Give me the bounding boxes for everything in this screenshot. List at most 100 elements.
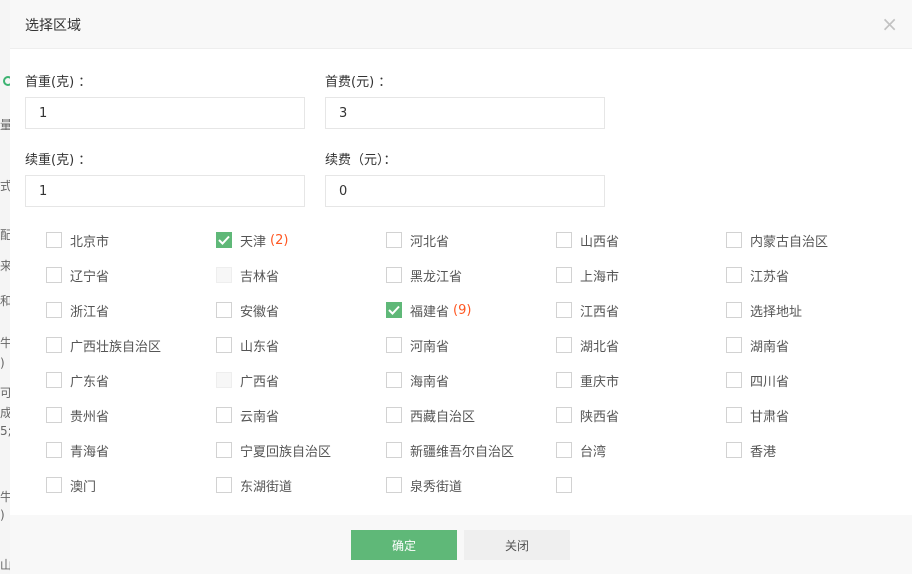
close-icon[interactable]: ×	[881, 14, 898, 34]
extra-weight-input[interactable]	[25, 175, 305, 207]
region-option[interactable]: 天津 (2)	[216, 230, 288, 250]
checkbox-icon[interactable]	[726, 302, 742, 318]
region-option[interactable]: 山东省	[216, 335, 279, 355]
region-option[interactable]: 澳门	[46, 475, 96, 495]
checkbox-icon[interactable]	[386, 267, 402, 283]
region-option[interactable]	[556, 475, 580, 495]
checkbox-icon[interactable]	[216, 442, 232, 458]
region-option[interactable]: 江西省	[556, 300, 619, 320]
checkbox-icon[interactable]	[726, 232, 742, 248]
region-option[interactable]: 福建省 (9)	[386, 300, 471, 320]
region-name: 辽宁省	[70, 269, 110, 285]
region-option[interactable]: 选择地址	[726, 300, 802, 320]
region-option[interactable]: 广西壮族自治区	[46, 335, 161, 355]
checkbox-icon[interactable]	[386, 372, 402, 388]
checkbox-icon[interactable]	[556, 372, 572, 388]
region-option[interactable]: 陕西省	[556, 405, 619, 425]
region-option[interactable]: 甘肃省	[726, 405, 789, 425]
checkbox-icon[interactable]	[216, 407, 232, 423]
checkbox-icon[interactable]	[556, 267, 572, 283]
region-option[interactable]: 辽宁省	[46, 265, 109, 285]
region-option[interactable]: 四川省	[726, 370, 789, 390]
region-option[interactable]: 东湖街道	[216, 475, 292, 495]
region-name: 山东省	[240, 339, 280, 355]
checkbox-icon[interactable]	[386, 477, 402, 493]
checkbox-icon[interactable]	[556, 477, 572, 493]
region-option[interactable]: 浙江省	[46, 300, 109, 320]
dialog-title: 选择区域	[25, 18, 81, 34]
checkbox-icon[interactable]	[386, 337, 402, 353]
region-name: 黑龙江省	[410, 269, 463, 285]
checkbox-icon[interactable]	[386, 407, 402, 423]
dialog-footer: 确定 关闭	[10, 515, 912, 574]
checkbox-icon[interactable]	[556, 407, 572, 423]
confirm-button[interactable]: 确定	[351, 530, 457, 560]
region-option[interactable]: 青海省	[46, 440, 109, 460]
checkbox-icon[interactable]	[46, 477, 62, 493]
checkbox-icon[interactable]	[46, 442, 62, 458]
region-option[interactable]: 山西省	[556, 230, 619, 250]
region-option[interactable]: 河北省	[386, 230, 449, 250]
checkbox-icon[interactable]	[726, 407, 742, 423]
region-name: 宁夏回族自治区	[240, 444, 332, 460]
region-name: 广西省	[240, 374, 280, 390]
region-option: 吉林省	[216, 265, 279, 285]
region-option[interactable]: 黑龙江省	[386, 265, 462, 285]
close-button[interactable]: 关闭	[464, 530, 570, 560]
checkbox-icon[interactable]	[46, 372, 62, 388]
checkbox-icon[interactable]	[46, 337, 62, 353]
region-option[interactable]: 台湾	[556, 440, 606, 460]
region-name: 北京市	[70, 234, 110, 250]
background-text: )	[0, 508, 5, 522]
checkbox-icon	[216, 267, 232, 283]
checkbox-checked-icon[interactable]	[386, 302, 402, 318]
checkbox-icon[interactable]	[556, 302, 572, 318]
checkbox-checked-icon[interactable]	[216, 232, 232, 248]
first-fee-input[interactable]	[325, 97, 605, 129]
region-option[interactable]: 新疆维吾尔自治区	[386, 440, 514, 460]
region-option[interactable]: 广东省	[46, 370, 109, 390]
region-name: 泉秀街道	[410, 479, 463, 495]
selected-count: (2)	[270, 232, 289, 248]
checkbox-icon[interactable]	[556, 337, 572, 353]
region-option[interactable]: 宁夏回族自治区	[216, 440, 331, 460]
checkbox-icon[interactable]	[216, 337, 232, 353]
region-option[interactable]: 北京市	[46, 230, 109, 250]
background-text: )	[0, 356, 5, 370]
region-option[interactable]: 云南省	[216, 405, 279, 425]
region-option[interactable]: 河南省	[386, 335, 449, 355]
first-weight-input[interactable]	[25, 97, 305, 129]
region-option[interactable]: 湖南省	[726, 335, 789, 355]
region-option[interactable]: 香港	[726, 440, 776, 460]
checkbox-icon[interactable]	[46, 232, 62, 248]
checkbox-icon[interactable]	[726, 372, 742, 388]
region-option[interactable]: 西藏自治区	[386, 405, 475, 425]
checkbox-icon[interactable]	[386, 442, 402, 458]
extra-fee-label: 续费（元）：	[325, 153, 397, 168]
checkbox-icon[interactable]	[386, 232, 402, 248]
region-option[interactable]: 湖北省	[556, 335, 619, 355]
checkbox-icon[interactable]	[726, 267, 742, 283]
checkbox-icon[interactable]	[556, 442, 572, 458]
checkbox-icon[interactable]	[46, 267, 62, 283]
checkbox-icon[interactable]	[556, 232, 572, 248]
region-option[interactable]: 海南省	[386, 370, 449, 390]
region-name: 四川省	[750, 374, 790, 390]
region-option[interactable]: 安徽省	[216, 300, 279, 320]
region-name: 上海市	[580, 269, 620, 285]
region-name: 台湾	[580, 444, 607, 460]
checkbox-icon[interactable]	[216, 477, 232, 493]
region-option[interactable]: 内蒙古自治区	[726, 230, 828, 250]
region-option[interactable]: 江苏省	[726, 265, 789, 285]
region-name: 福建省	[410, 304, 450, 320]
region-option[interactable]: 重庆市	[556, 370, 619, 390]
checkbox-icon[interactable]	[216, 302, 232, 318]
checkbox-icon[interactable]	[726, 337, 742, 353]
region-option[interactable]: 泉秀街道	[386, 475, 462, 495]
region-option[interactable]: 贵州省	[46, 405, 109, 425]
extra-fee-input[interactable]	[325, 175, 605, 207]
checkbox-icon[interactable]	[726, 442, 742, 458]
region-option[interactable]: 上海市	[556, 265, 619, 285]
checkbox-icon[interactable]	[46, 302, 62, 318]
checkbox-icon[interactable]	[46, 407, 62, 423]
